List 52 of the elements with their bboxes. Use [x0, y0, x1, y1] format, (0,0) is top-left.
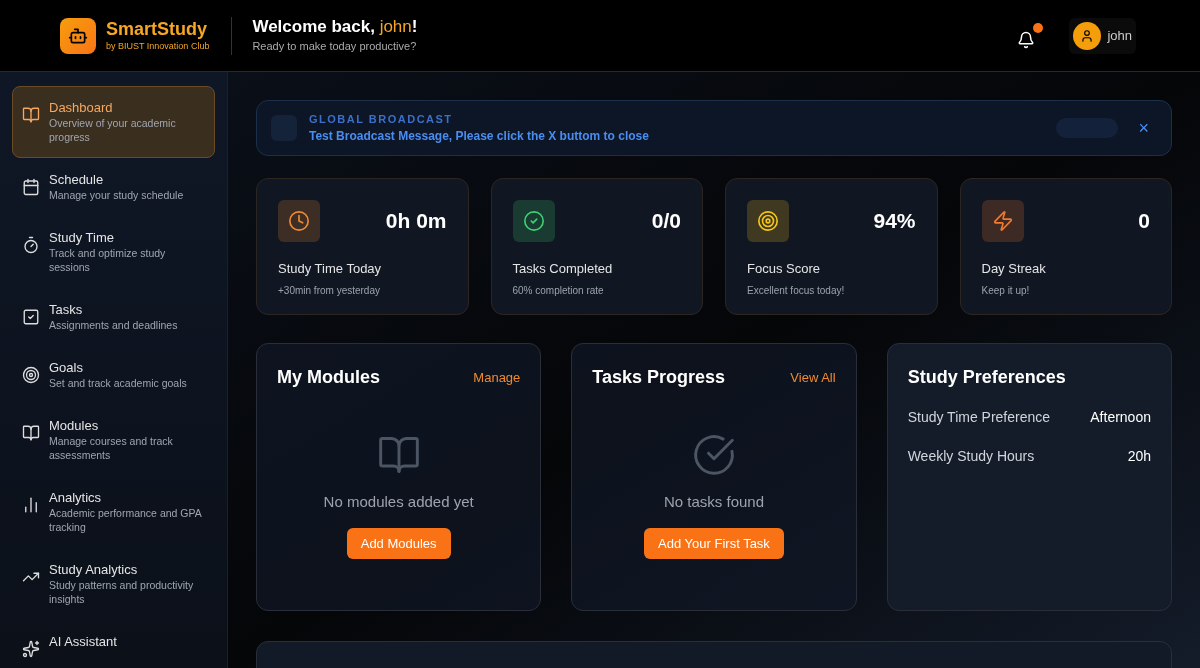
sidebar-item[interactable]: Analytics Academic performance and GPA tracking [12, 476, 215, 548]
sidebar-item[interactable]: Modules Manage courses and track assessments [12, 404, 215, 476]
stat-label: Study Time Today [278, 260, 383, 278]
sparkle-icon [22, 640, 40, 658]
welcome-heading: Welcome back, john! [252, 16, 418, 39]
stat-value: 0h 0m [385, 208, 447, 235]
stat-note: Excellent focus today! [747, 283, 846, 298]
sidebar-item[interactable]: AI Assistant [12, 620, 215, 668]
stat-label: Tasks Completed [512, 260, 614, 278]
sidebar-item[interactable]: Dashboard Overview of your academic progress [12, 86, 215, 158]
card-title: Tasks Progress [592, 366, 726, 389]
stat-label: Focus Score [747, 260, 821, 278]
stopwatch-icon [22, 236, 40, 254]
broadcast-message: Test Broadcast Message, Please click the X buttom to close [309, 128, 649, 146]
notification-button[interactable] [1017, 22, 1044, 49]
stat-note: Keep it up! [981, 283, 1031, 298]
stat-value: 0 [1138, 208, 1150, 235]
book-icon [22, 424, 40, 442]
robot-logo-icon [60, 17, 96, 54]
close-button[interactable]: × [1138, 119, 1149, 137]
welcome-subtitle: Ready to make today productive? [252, 39, 418, 55]
sidebar-item[interactable]: Schedule Manage your study schedule [12, 158, 215, 216]
stat-note: +30min from yesterday [278, 283, 381, 298]
preference-value: 20h [1127, 447, 1151, 466]
book-icon [22, 106, 40, 124]
brand-tagline: by BIUST Innovation Club [106, 39, 210, 53]
brand-name: SmartStudy [106, 17, 209, 40]
card-link[interactable]: View All [790, 367, 836, 388]
calendar-icon [22, 178, 40, 196]
bar-chart-icon [22, 496, 40, 514]
stat-value: 94% [873, 208, 916, 235]
card-title: My Modules [277, 366, 380, 389]
stat-value: 0/0 [651, 208, 681, 235]
sidebar-item[interactable]: Study Time Track and optimize study sessions [12, 216, 215, 288]
avatar-icon [1073, 21, 1102, 50]
check-circle-icon [692, 433, 736, 477]
preference-label: Weekly Study Hours [907, 447, 1035, 466]
sidebar-item[interactable]: Goals Set and track academic goals [12, 346, 215, 404]
card-link[interactable]: Manage [473, 367, 521, 388]
preference-value: Afternoon [1090, 408, 1151, 427]
empty-message: No modules added yet [323, 492, 474, 512]
checkbox-icon [22, 308, 40, 326]
account-button[interactable]: john [1069, 17, 1136, 54]
empty-message: No tasks found [663, 492, 764, 512]
preference-label: Study Time Preference [907, 408, 1051, 427]
sidebar-item[interactable]: Tasks Assignments and deadlines [12, 288, 215, 346]
broadcast-heading: GLOBAL BROADCAST [309, 111, 454, 127]
sidebar-item[interactable]: Study Analytics Study patterns and productivity insights [12, 548, 215, 620]
stat-label: Day Streak [981, 260, 1047, 278]
target-icon [22, 366, 40, 384]
stat-note: 60% completion rate [512, 283, 605, 298]
card-title: Study Preferences [907, 366, 1067, 389]
